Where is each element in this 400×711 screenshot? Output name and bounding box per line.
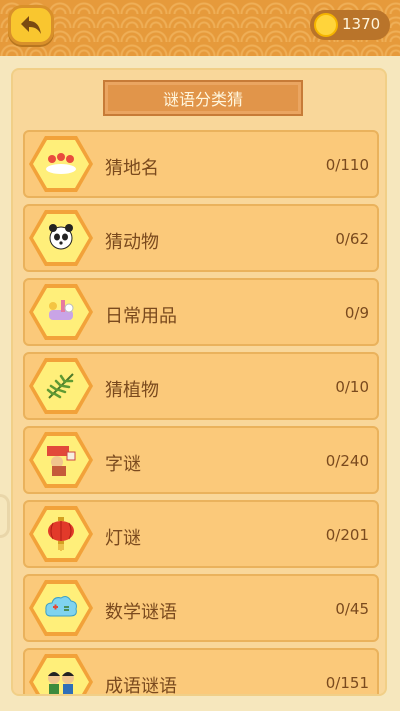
category-label: 日常用品 [105, 306, 177, 327]
character-riddle-icon [47, 446, 76, 476]
category-label: 猜地名 [105, 158, 159, 179]
category-item-character-riddle[interactable]: 字谜 0/240 [23, 426, 379, 494]
back-button[interactable] [8, 5, 54, 45]
category-item-daily-goods[interactable]: 日常用品 0/9 [23, 278, 379, 346]
coin-balance: 1370 [310, 10, 390, 40]
category-item-animal[interactable]: 猜动物 0/62 [23, 204, 379, 272]
category-label: 灯谜 [105, 528, 141, 549]
map-pins-icon [46, 153, 76, 174]
category-progress: 0/10 [335, 378, 369, 396]
side-decoration [0, 494, 10, 538]
math-cloud-icon [45, 596, 77, 617]
category-label: 猜植物 [105, 380, 159, 401]
category-progress: 0/62 [335, 230, 369, 248]
top-bar: 1370 [0, 0, 400, 56]
category-label: 数学谜语 [105, 602, 177, 623]
lantern-icon [48, 517, 74, 551]
daily-goods-icon [49, 300, 74, 320]
category-item-idiom-riddle[interactable]: 成语谜语 0/151 [23, 648, 379, 696]
coin-count: 1370 [342, 15, 381, 33]
category-progress: 0/151 [325, 674, 369, 692]
idiom-kids-icon [48, 672, 74, 694]
category-progress: 0/9 [344, 304, 369, 322]
category-progress: 0/110 [325, 156, 369, 174]
back-arrow-icon [21, 16, 41, 34]
category-label: 字谜 [105, 454, 141, 475]
category-panel: 谜语分类猜 猜地名 0/110 猜动物 0/62 日常用品 0/9 猜植物 0/… [11, 68, 387, 696]
category-progress: 0/240 [325, 452, 369, 470]
category-item-plant[interactable]: 猜植物 0/10 [23, 352, 379, 420]
category-item-lantern-riddle[interactable]: 灯谜 0/201 [23, 500, 379, 568]
category-progress: 0/45 [335, 600, 369, 618]
gold-coin-icon [314, 13, 338, 37]
panda-icon [49, 224, 73, 250]
plant-icon [46, 373, 74, 399]
category-item-place[interactable]: 猜地名 0/110 [23, 130, 379, 198]
category-label: 成语谜语 [105, 676, 177, 696]
category-item-math-riddle[interactable]: 数学谜语 0/45 [23, 574, 379, 642]
page-title: 谜语分类猜 [103, 80, 303, 116]
category-progress: 0/201 [325, 526, 369, 544]
category-label: 猜动物 [105, 232, 159, 253]
